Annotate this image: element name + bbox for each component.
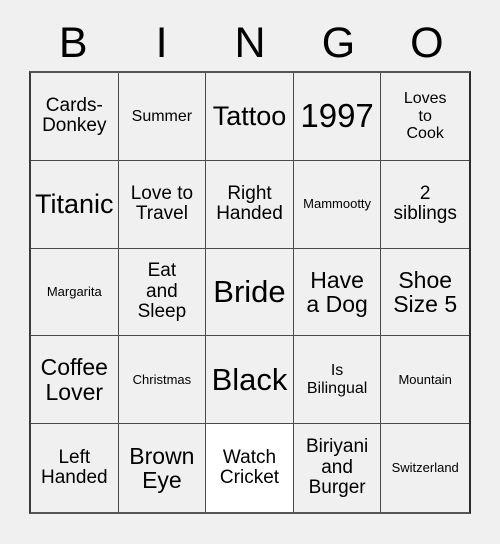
bingo-cell-label: Cards- Donkey: [42, 94, 107, 137]
bingo-cell-r5c2[interactable]: Brown Eye: [118, 424, 207, 512]
bingo-cell-r2c3[interactable]: Right Handed: [206, 160, 294, 249]
bingo-cell-label: Right Handed: [216, 182, 283, 225]
bingo-cell-label: Mountain: [398, 371, 452, 387]
bingo-cell-label: Summer: [131, 107, 193, 125]
bingo-cell-label: Love to Travel: [130, 182, 194, 225]
bingo-cell-r3c1[interactable]: Margarita: [31, 248, 119, 337]
header-letter-b: B: [58, 19, 88, 67]
bingo-cell-label: Left Handed: [41, 446, 108, 489]
bingo-cell-label: Eat and Sleep: [137, 260, 187, 323]
bingo-header: B I N G O: [29, 16, 471, 71]
bingo-cell-r5c4[interactable]: Biriyani and Burger: [293, 424, 382, 512]
bingo-cell-label: Bride: [213, 273, 286, 309]
bingo-cell-r1c5[interactable]: Loves to Cook: [381, 73, 469, 161]
bingo-cell-r4c2[interactable]: Christmas: [118, 336, 207, 425]
bingo-cell-r5c1[interactable]: Left Handed: [31, 424, 119, 512]
bingo-cell-r4c4[interactable]: Is Bilingual: [293, 336, 382, 425]
bingo-cell-label: 1997: [300, 97, 374, 135]
bingo-cell-label: Have a Dog: [306, 266, 368, 317]
bingo-cell-label: Biriyani and Burger: [305, 436, 369, 499]
bingo-cell-r5c3[interactable]: Watch Cricket: [206, 424, 294, 512]
header-letter-o: O: [410, 19, 444, 67]
bingo-cell-r3c2[interactable]: Eat and Sleep: [118, 248, 207, 337]
bingo-cell-r1c2[interactable]: Summer: [118, 73, 207, 161]
bingo-cell-r4c5[interactable]: Mountain: [381, 336, 469, 425]
bingo-cell-r3c5[interactable]: Shoe Size 5: [381, 248, 469, 337]
header-letter-n: N: [234, 19, 266, 67]
bingo-cell-label: Watch Cricket: [219, 446, 280, 489]
bingo-cell-label: Coffee Lover: [40, 354, 108, 405]
bingo-cell-label: Titanic: [35, 189, 114, 220]
bingo-cell-r3c4[interactable]: Have a Dog: [293, 248, 382, 337]
bingo-cell-label: Switzerland: [391, 459, 459, 475]
bingo-cell-r2c1[interactable]: Titanic: [31, 160, 119, 249]
bingo-card: B I N G O Cards- Donkey Summer Tattoo 1997 L…: [0, 0, 500, 544]
bingo-cell-r5c5[interactable]: Switzerland: [381, 424, 469, 512]
bingo-cell-r1c4[interactable]: 1997: [293, 73, 382, 161]
bingo-cell-r1c3[interactable]: Tattoo: [206, 73, 294, 161]
bingo-cell-label: Margarita: [46, 283, 102, 299]
bingo-cell-label: Christmas: [132, 371, 192, 387]
bingo-cell-r2c4[interactable]: Mammootty: [293, 160, 382, 249]
bingo-cell-r2c5[interactable]: 2 siblings: [381, 160, 469, 249]
bingo-cell-r1c1[interactable]: Cards- Donkey: [31, 73, 119, 161]
bingo-cell-r4c3[interactable]: Black: [206, 336, 294, 425]
bingo-cell-r2c2[interactable]: Love to Travel: [118, 160, 207, 249]
bingo-cell-label: Shoe Size 5: [393, 266, 458, 317]
header-letter-i: I: [155, 19, 168, 67]
bingo-cell-label: Black: [211, 361, 288, 397]
bingo-cell-label: Loves to Cook: [403, 90, 447, 143]
bingo-cell-r4c1[interactable]: Coffee Lover: [31, 336, 119, 425]
bingo-cell-label: Tattoo: [212, 101, 287, 132]
bingo-cell-label: Mammootty: [303, 195, 372, 211]
header-letter-g: G: [321, 19, 356, 67]
bingo-grid: Cards- Donkey Summer Tattoo 1997 Loves to Co…: [29, 71, 471, 514]
bingo-cell-r3c3[interactable]: Bride: [206, 248, 294, 337]
bingo-cell-label: 2 siblings: [393, 182, 457, 225]
bingo-cell-label: Is Bilingual: [306, 362, 368, 397]
bingo-cell-label: Brown Eye: [129, 442, 195, 494]
